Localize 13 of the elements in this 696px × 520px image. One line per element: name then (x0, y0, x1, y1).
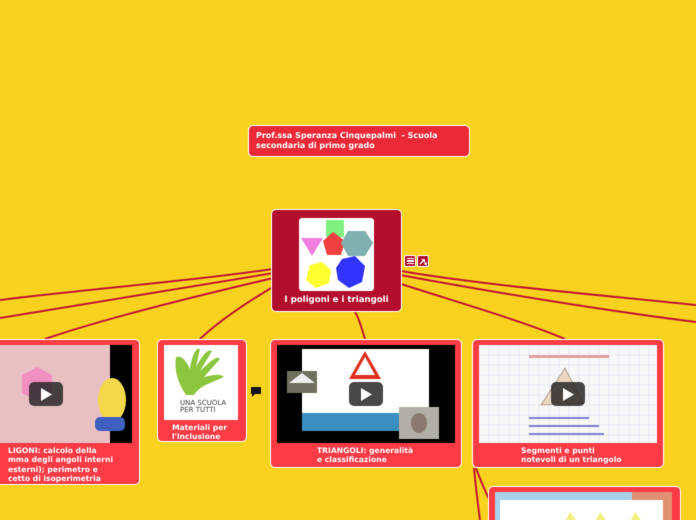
play-icon (40, 388, 52, 400)
play-icon (360, 388, 372, 400)
note-topic[interactable]: Prof.ssa Speranza Cinquepalmi - Scuola secondaria di primo grado (248, 125, 470, 157)
notes-icon[interactable] (404, 255, 416, 267)
connector-line (354, 312, 366, 340)
play-icon (562, 388, 574, 400)
topic-title: I poligoni e i triangoli (284, 295, 389, 306)
comment-icon[interactable] (250, 386, 262, 397)
play-button[interactable] (349, 382, 383, 406)
play-button[interactable] (551, 382, 585, 406)
link-icon[interactable] (417, 255, 429, 267)
play-button[interactable] (29, 382, 63, 406)
central-topic[interactable]: I poligoni e i triangoli (271, 209, 402, 312)
